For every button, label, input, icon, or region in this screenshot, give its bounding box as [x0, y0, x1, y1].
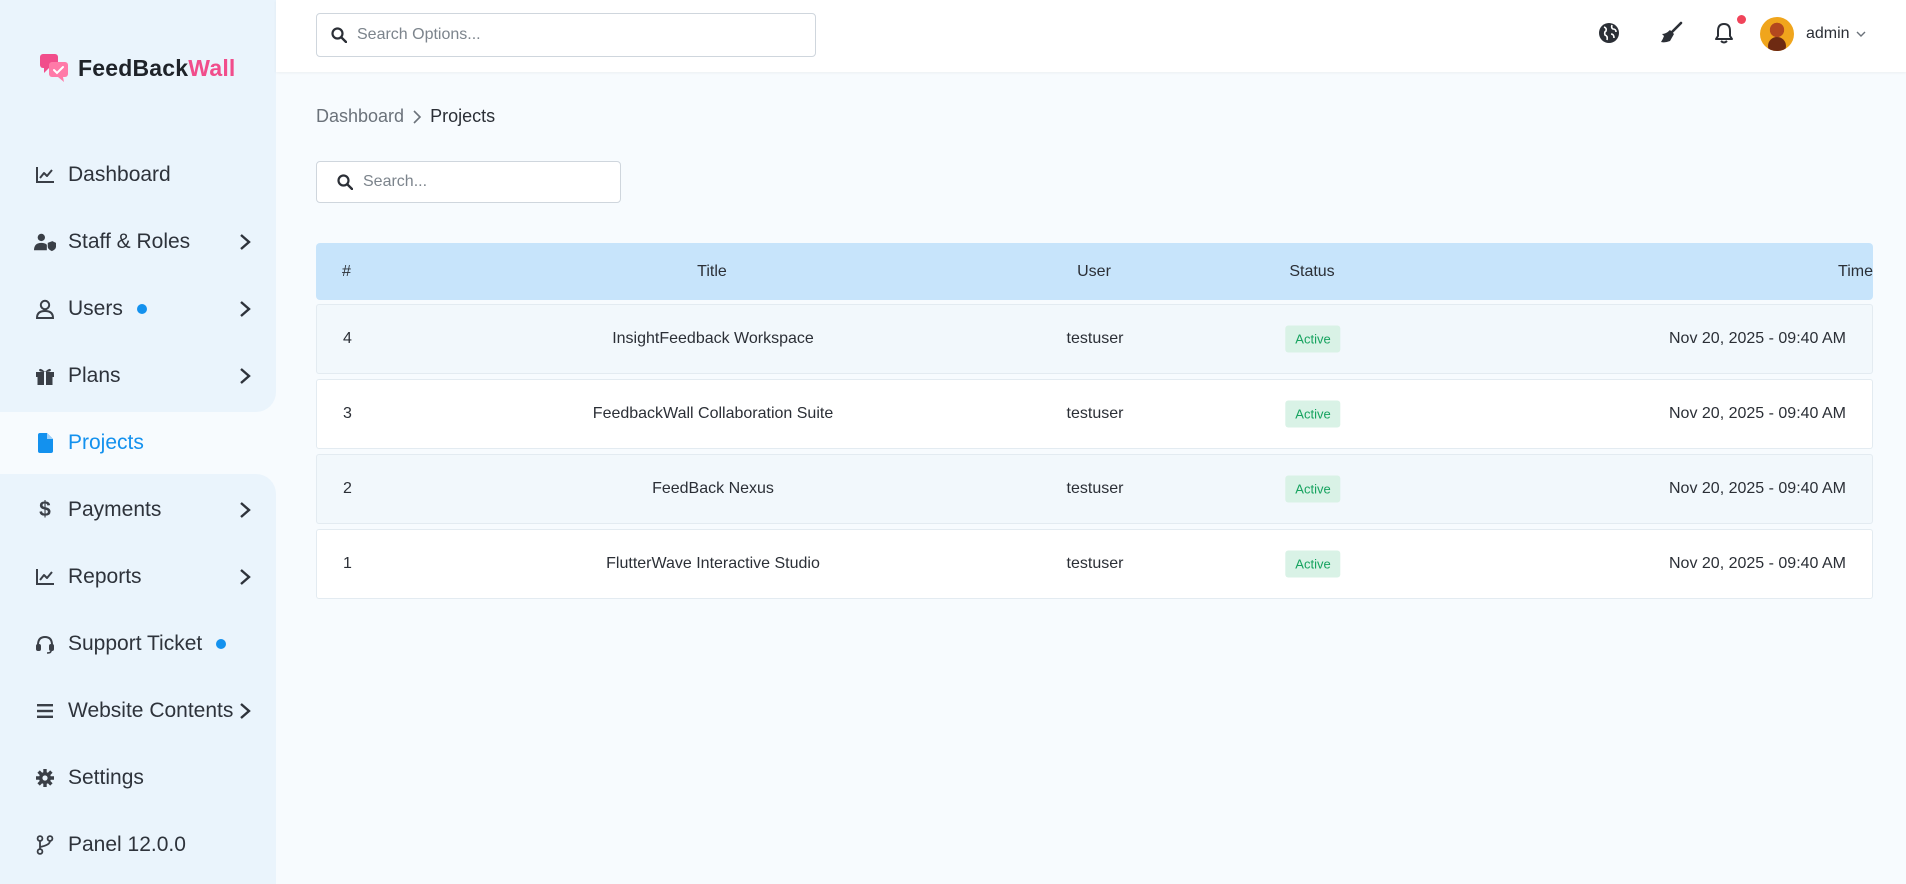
- sidebar-item-reports[interactable]: Reports: [0, 547, 276, 607]
- chevron-down-icon[interactable]: [1856, 29, 1866, 39]
- sidebar-item-label: Reports: [68, 565, 142, 588]
- sidebar: FeedBackWall Dashboard Staff & Roles Use…: [0, 0, 276, 884]
- user-name[interactable]: admin: [1806, 25, 1850, 43]
- table-row[interactable]: 1 FlutterWave Interactive Studio testuse…: [316, 529, 1873, 599]
- chevron-right-icon: [240, 569, 251, 585]
- sidebar-item-label: Plans: [68, 364, 121, 387]
- row-time: Nov 20, 2025 - 09:40 AM: [1669, 480, 1846, 497]
- sidebar-item-payments[interactable]: $ Payments: [0, 480, 276, 540]
- row-user: testuser: [1066, 555, 1124, 572]
- projects-table: # Title User Status Time 4 InsightFeedba…: [316, 243, 1873, 599]
- sidebar-item-dashboard[interactable]: Dashboard: [0, 145, 276, 205]
- broom-icon[interactable]: [1658, 20, 1684, 46]
- table-header: # Title User Status Time: [316, 243, 1873, 300]
- notification-dot: [216, 639, 227, 649]
- column-header-user[interactable]: User: [1077, 263, 1111, 281]
- chart-line-icon: [34, 566, 56, 588]
- sidebar-item-support-ticket[interactable]: Support Ticket: [0, 614, 276, 674]
- gift-icon: [34, 365, 56, 387]
- row-time: Nov 20, 2025 - 09:40 AM: [1669, 330, 1846, 347]
- row-time: Nov 20, 2025 - 09:40 AM: [1669, 405, 1846, 422]
- feedback-logo-icon: [40, 54, 68, 82]
- status-badge: Active: [1285, 475, 1341, 503]
- sidebar-item-settings[interactable]: Settings: [0, 748, 276, 808]
- table-row[interactable]: 3 FeedbackWall Collaboration Suite testu…: [316, 379, 1873, 449]
- chevron-right-icon: [240, 234, 251, 250]
- sidebar-item-website-contents[interactable]: Website Contents: [0, 681, 276, 741]
- sidebar-item-panel-version[interactable]: Panel 12.0.0: [0, 815, 276, 875]
- sidebar-item-label: Payments: [68, 498, 162, 521]
- row-title: FlutterWave Interactive Studio: [606, 555, 820, 572]
- brand-logo[interactable]: FeedBackWall: [38, 52, 236, 84]
- code-branch-icon: [34, 834, 56, 856]
- sidebar-item-label: Support Ticket: [68, 632, 203, 655]
- chevron-right-icon: [240, 301, 251, 317]
- options-search-box[interactable]: [316, 13, 816, 57]
- status-badge: Active: [1285, 400, 1341, 428]
- chevron-right-icon: [413, 109, 422, 124]
- bars-icon: [34, 700, 56, 722]
- row-time: Nov 20, 2025 - 09:40 AM: [1669, 555, 1846, 572]
- sidebar-item-label: Users: [68, 297, 123, 320]
- status-badge: Active: [1285, 325, 1341, 353]
- sidebar-item-label: Staff & Roles: [68, 230, 191, 253]
- row-number: 2: [343, 480, 352, 497]
- column-header-time[interactable]: Time: [1838, 263, 1873, 281]
- table-row[interactable]: 4 InsightFeedback Workspace testuser Act…: [316, 304, 1873, 374]
- row-user: testuser: [1066, 405, 1124, 422]
- table-search-input[interactable]: [363, 173, 603, 191]
- dollar-icon: $: [39, 498, 51, 521]
- sidebar-item-label: Dashboard: [68, 163, 171, 186]
- gear-icon: [34, 767, 56, 789]
- sidebar-item-label: Website Contents: [68, 699, 234, 722]
- row-user: testuser: [1066, 330, 1124, 347]
- bell-icon[interactable]: [1711, 20, 1737, 46]
- sidebar-item-label: Projects: [68, 431, 144, 454]
- chart-line-icon: [34, 164, 56, 186]
- table-row[interactable]: 2 FeedBack Nexus testuser Active Nov 20,…: [316, 454, 1873, 524]
- row-number: 1: [343, 555, 352, 572]
- globe-icon[interactable]: [1596, 20, 1622, 46]
- status-badge: Active: [1285, 550, 1341, 578]
- headset-icon: [34, 633, 56, 655]
- notification-dot: [136, 304, 147, 314]
- chevron-right-icon: [240, 703, 251, 719]
- row-title: FeedBack Nexus: [652, 480, 774, 497]
- breadcrumb-current: Projects: [430, 106, 496, 126]
- chevron-right-icon: [240, 368, 251, 384]
- row-number: 3: [343, 405, 352, 422]
- user-icon: [34, 298, 56, 320]
- sidebar-item-plans[interactable]: Plans: [0, 346, 276, 406]
- breadcrumb-dashboard-link[interactable]: Dashboard: [316, 106, 404, 127]
- user-shield-icon: [34, 231, 56, 253]
- options-search-input[interactable]: [357, 26, 777, 44]
- breadcrumb: Dashboard Projects: [316, 106, 495, 127]
- sidebar-item-users[interactable]: Users: [0, 279, 276, 339]
- sidebar-item-label: Panel 12.0.0: [68, 833, 186, 856]
- sidebar-item-staff-roles[interactable]: Staff & Roles: [0, 212, 276, 272]
- row-title: InsightFeedback Workspace: [612, 330, 814, 347]
- search-icon: [337, 174, 353, 190]
- chevron-right-icon: [240, 502, 251, 518]
- row-number: 4: [343, 330, 352, 347]
- column-header-title[interactable]: Title: [697, 263, 727, 281]
- sidebar-item-projects[interactable]: Projects: [0, 413, 276, 473]
- search-icon: [331, 27, 347, 43]
- column-header-number[interactable]: #: [342, 263, 351, 281]
- sidebar-item-label: Settings: [68, 766, 144, 789]
- avatar[interactable]: [1760, 17, 1794, 51]
- row-user: testuser: [1066, 480, 1124, 497]
- brand-name: FeedBackWall: [78, 54, 236, 81]
- file-icon: [34, 432, 56, 454]
- table-search-box[interactable]: [316, 161, 621, 203]
- notification-badge: [1737, 15, 1746, 24]
- column-header-status[interactable]: Status: [1289, 263, 1334, 281]
- row-title: FeedbackWall Collaboration Suite: [592, 405, 834, 422]
